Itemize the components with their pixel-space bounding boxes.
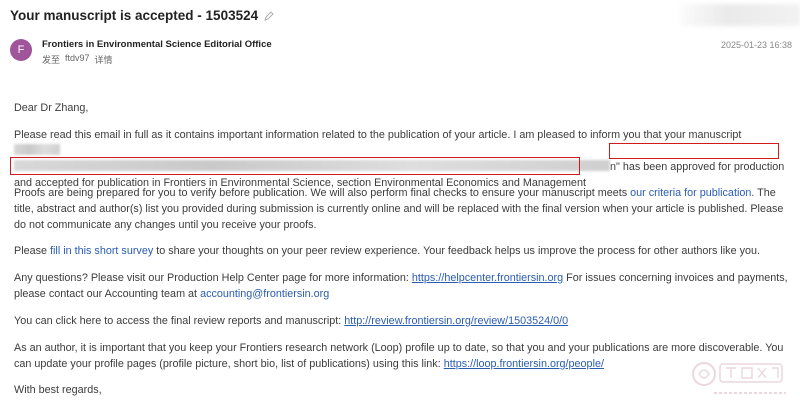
sent-to-label: 发至 [42, 55, 61, 65]
closing: With best regards, [14, 384, 102, 396]
paragraph-review: You can click here to access the final r… [14, 313, 790, 329]
paragraph-help: Any questions? Please visit our Producti… [14, 270, 790, 302]
recipient-name: ftdv97 [65, 53, 90, 63]
survey-text-b: to share your thoughts on your peer revi… [153, 245, 760, 257]
review-text: You can click here to access the final r… [14, 315, 345, 327]
email-date: 2025-01-23 16:38 [720, 40, 792, 50]
redacted-area-top [680, 4, 800, 26]
sender-row: F Frontiers in Environmental Science Edi… [10, 37, 272, 66]
greeting: Dear Dr Zhang, [14, 102, 89, 114]
criteria-link[interactable]: our criteria for publication [630, 187, 751, 199]
sender-name[interactable]: Frontiers in Environmental Science Edito… [42, 39, 272, 50]
help-text-a: Any questions? Please visit our Producti… [14, 272, 412, 284]
review-link[interactable]: http://review.frontiersin.org/review/150… [344, 315, 568, 327]
paragraph-intro: Please read this email in full as it con… [14, 129, 742, 141]
edit-icon[interactable] [264, 10, 274, 21]
survey-text-a: Please [14, 245, 51, 257]
recipient-info: 发至 ftdv97 详情 [42, 53, 272, 66]
watermark-logo [692, 362, 786, 394]
details-link[interactable]: 详情 [95, 53, 113, 66]
paragraph-proofs: Proofs are being prepared for you to ver… [14, 185, 790, 233]
accounting-email-link[interactable]: accounting@frontiersin.org [200, 288, 329, 300]
loop-text: As an author, it is important that you k… [14, 342, 784, 370]
highlight-box-1 [609, 143, 779, 159]
paragraph-loop: As an author, it is important that you k… [14, 340, 790, 372]
avatar[interactable]: F [10, 39, 32, 61]
highlight-box-2 [10, 157, 580, 175]
subject-text: Your manuscript is accepted - 1503524 [10, 8, 259, 23]
loop-link[interactable]: https://loop.frontiersin.org/people/ [444, 358, 604, 370]
approved-text: has been approved for production [622, 161, 785, 173]
proofs-text-a: Proofs are being prepared for you to ver… [14, 187, 631, 199]
helpcenter-link[interactable]: https://helpcenter.frontiersin.org [412, 272, 563, 284]
quote-end: n" [610, 161, 620, 173]
paragraph-survey: Please fill in this short survey to shar… [14, 243, 790, 259]
survey-link[interactable]: fill in this short survey [50, 245, 153, 257]
subject: Your manuscript is accepted - 1503524 [10, 8, 274, 23]
redacted-manuscript-id [14, 144, 60, 155]
